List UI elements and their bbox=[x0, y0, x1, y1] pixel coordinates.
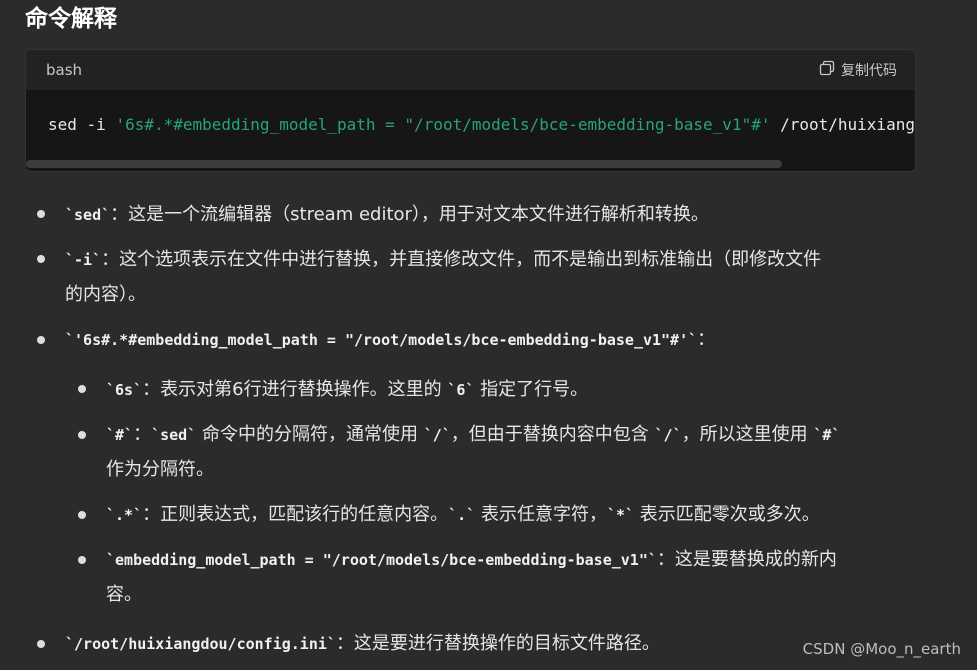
inline-code: `-i` bbox=[65, 251, 102, 269]
inline-code: `sed` bbox=[151, 426, 197, 444]
watermark: CSDN @Moo_n_earth bbox=[802, 640, 961, 658]
code-block-header: bash 复制代码 bbox=[26, 50, 915, 90]
code-path: /root/huixiang bbox=[770, 115, 915, 134]
copy-icon bbox=[819, 60, 835, 80]
code-language-label: bash bbox=[46, 61, 83, 79]
code-horizontal-scrollbar[interactable] bbox=[26, 160, 782, 168]
code-block: bash 复制代码 sed -i '6s#.*#embedding_model_… bbox=[25, 49, 916, 172]
list-item-text: ，但由于替换内容中包含 bbox=[450, 424, 655, 445]
list-item-text: 的内容）。 bbox=[65, 284, 146, 305]
inline-code: `sed` bbox=[65, 206, 111, 224]
bullet bbox=[37, 210, 45, 218]
inline-code: `*` bbox=[606, 506, 635, 524]
section-heading: 命令解释 bbox=[25, 6, 117, 32]
inline-code: `'6s#.*#embedding_model_path = "/root/mo… bbox=[65, 331, 698, 349]
list-item-text: 表示匹配零次或多次。 bbox=[634, 504, 820, 525]
list-item-text: ：正则表达式，匹配该行的任意内容。 bbox=[142, 504, 449, 525]
inline-code: `/` bbox=[423, 426, 451, 444]
list-item-text: ：这是一个流编辑器（stream editor），用于对文本文件进行解析和转换。 bbox=[110, 204, 709, 225]
inline-code: `6s` bbox=[106, 381, 143, 399]
list-item-text: 作为分隔符。 bbox=[106, 459, 214, 480]
bullet bbox=[78, 556, 86, 564]
list-item-text: ：这是要替换成的新内 bbox=[656, 549, 837, 570]
list-item-text: 表示任意字符， bbox=[475, 504, 607, 525]
inline-code: `embedding_model_path = "/root/models/bc… bbox=[106, 551, 657, 569]
code-line: sed -i '6s#.*#embedding_model_path = "/r… bbox=[48, 115, 915, 135]
code-command: sed -i bbox=[48, 115, 116, 134]
bullet bbox=[37, 640, 45, 648]
list-item-text: 容。 bbox=[106, 584, 142, 605]
copy-code-label: 复制代码 bbox=[841, 63, 897, 79]
list-item-text: ，所以这里使用 bbox=[681, 424, 814, 445]
list-item-text: 命令中的分隔符，通常使用 bbox=[196, 424, 424, 445]
bullet bbox=[78, 511, 86, 519]
inline-code: `.` bbox=[448, 506, 476, 524]
inline-code: `/` bbox=[654, 426, 682, 444]
list-item-text: ：这个选项表示在文件中进行替换，并直接修改文件，而不是输出到标准输出（即修改文件 bbox=[101, 249, 822, 270]
bullet bbox=[37, 336, 45, 344]
bullet bbox=[37, 255, 45, 263]
list-item-text: ： bbox=[133, 424, 152, 445]
list-item-text: ：这是要进行替换操作的目标文件路径。 bbox=[335, 633, 660, 654]
inline-code: `.*` bbox=[106, 506, 143, 524]
copy-code-button[interactable]: 复制代码 bbox=[819, 60, 897, 80]
bullet bbox=[78, 431, 86, 439]
inline-code: `6` bbox=[447, 381, 475, 399]
inline-code: `#` bbox=[106, 426, 134, 444]
inline-code: `#` bbox=[813, 426, 841, 444]
list-item-text: 指定了行号。 bbox=[474, 379, 589, 400]
bullet bbox=[78, 385, 86, 393]
inline-code: `/root/huixiangdou/config.ini` bbox=[65, 635, 336, 653]
list-item-text: ： bbox=[697, 329, 716, 350]
code-string: '6s#.*#embedding_model_path = "/root/mod… bbox=[115, 115, 771, 134]
list-item-text: ：表示对第6行进行替换操作。这里的 bbox=[142, 379, 448, 400]
